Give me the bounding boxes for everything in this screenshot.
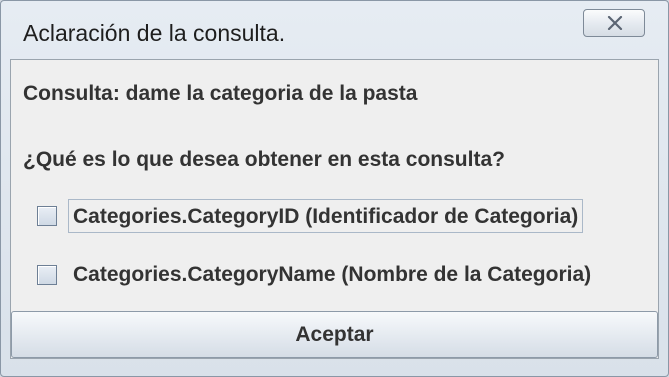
- close-button[interactable]: [583, 9, 645, 37]
- dialog-window: Aclaración de la consulta. Consulta: dam…: [0, 0, 669, 377]
- window-title: Aclaración de la consulta.: [23, 20, 286, 46]
- checkbox-category-id[interactable]: [37, 206, 57, 226]
- checkbox-category-name[interactable]: [37, 265, 57, 285]
- option-label-category-name[interactable]: Categories.CategoryName (Nombre de la Ca…: [69, 258, 595, 292]
- accept-button[interactable]: Aceptar: [11, 311, 658, 358]
- option-label-category-id[interactable]: Categories.CategoryID (Identificador de …: [68, 199, 584, 233]
- dialog-content: Consulta: dame la categoria de la pasta …: [10, 59, 659, 359]
- query-text: Consulta: dame la categoria de la pasta: [23, 82, 418, 105]
- title-bar[interactable]: Aclaración de la consulta.: [1, 1, 668, 59]
- question-text: ¿Qué es lo que desea obtener en esta con…: [23, 148, 505, 171]
- close-icon: [607, 16, 623, 30]
